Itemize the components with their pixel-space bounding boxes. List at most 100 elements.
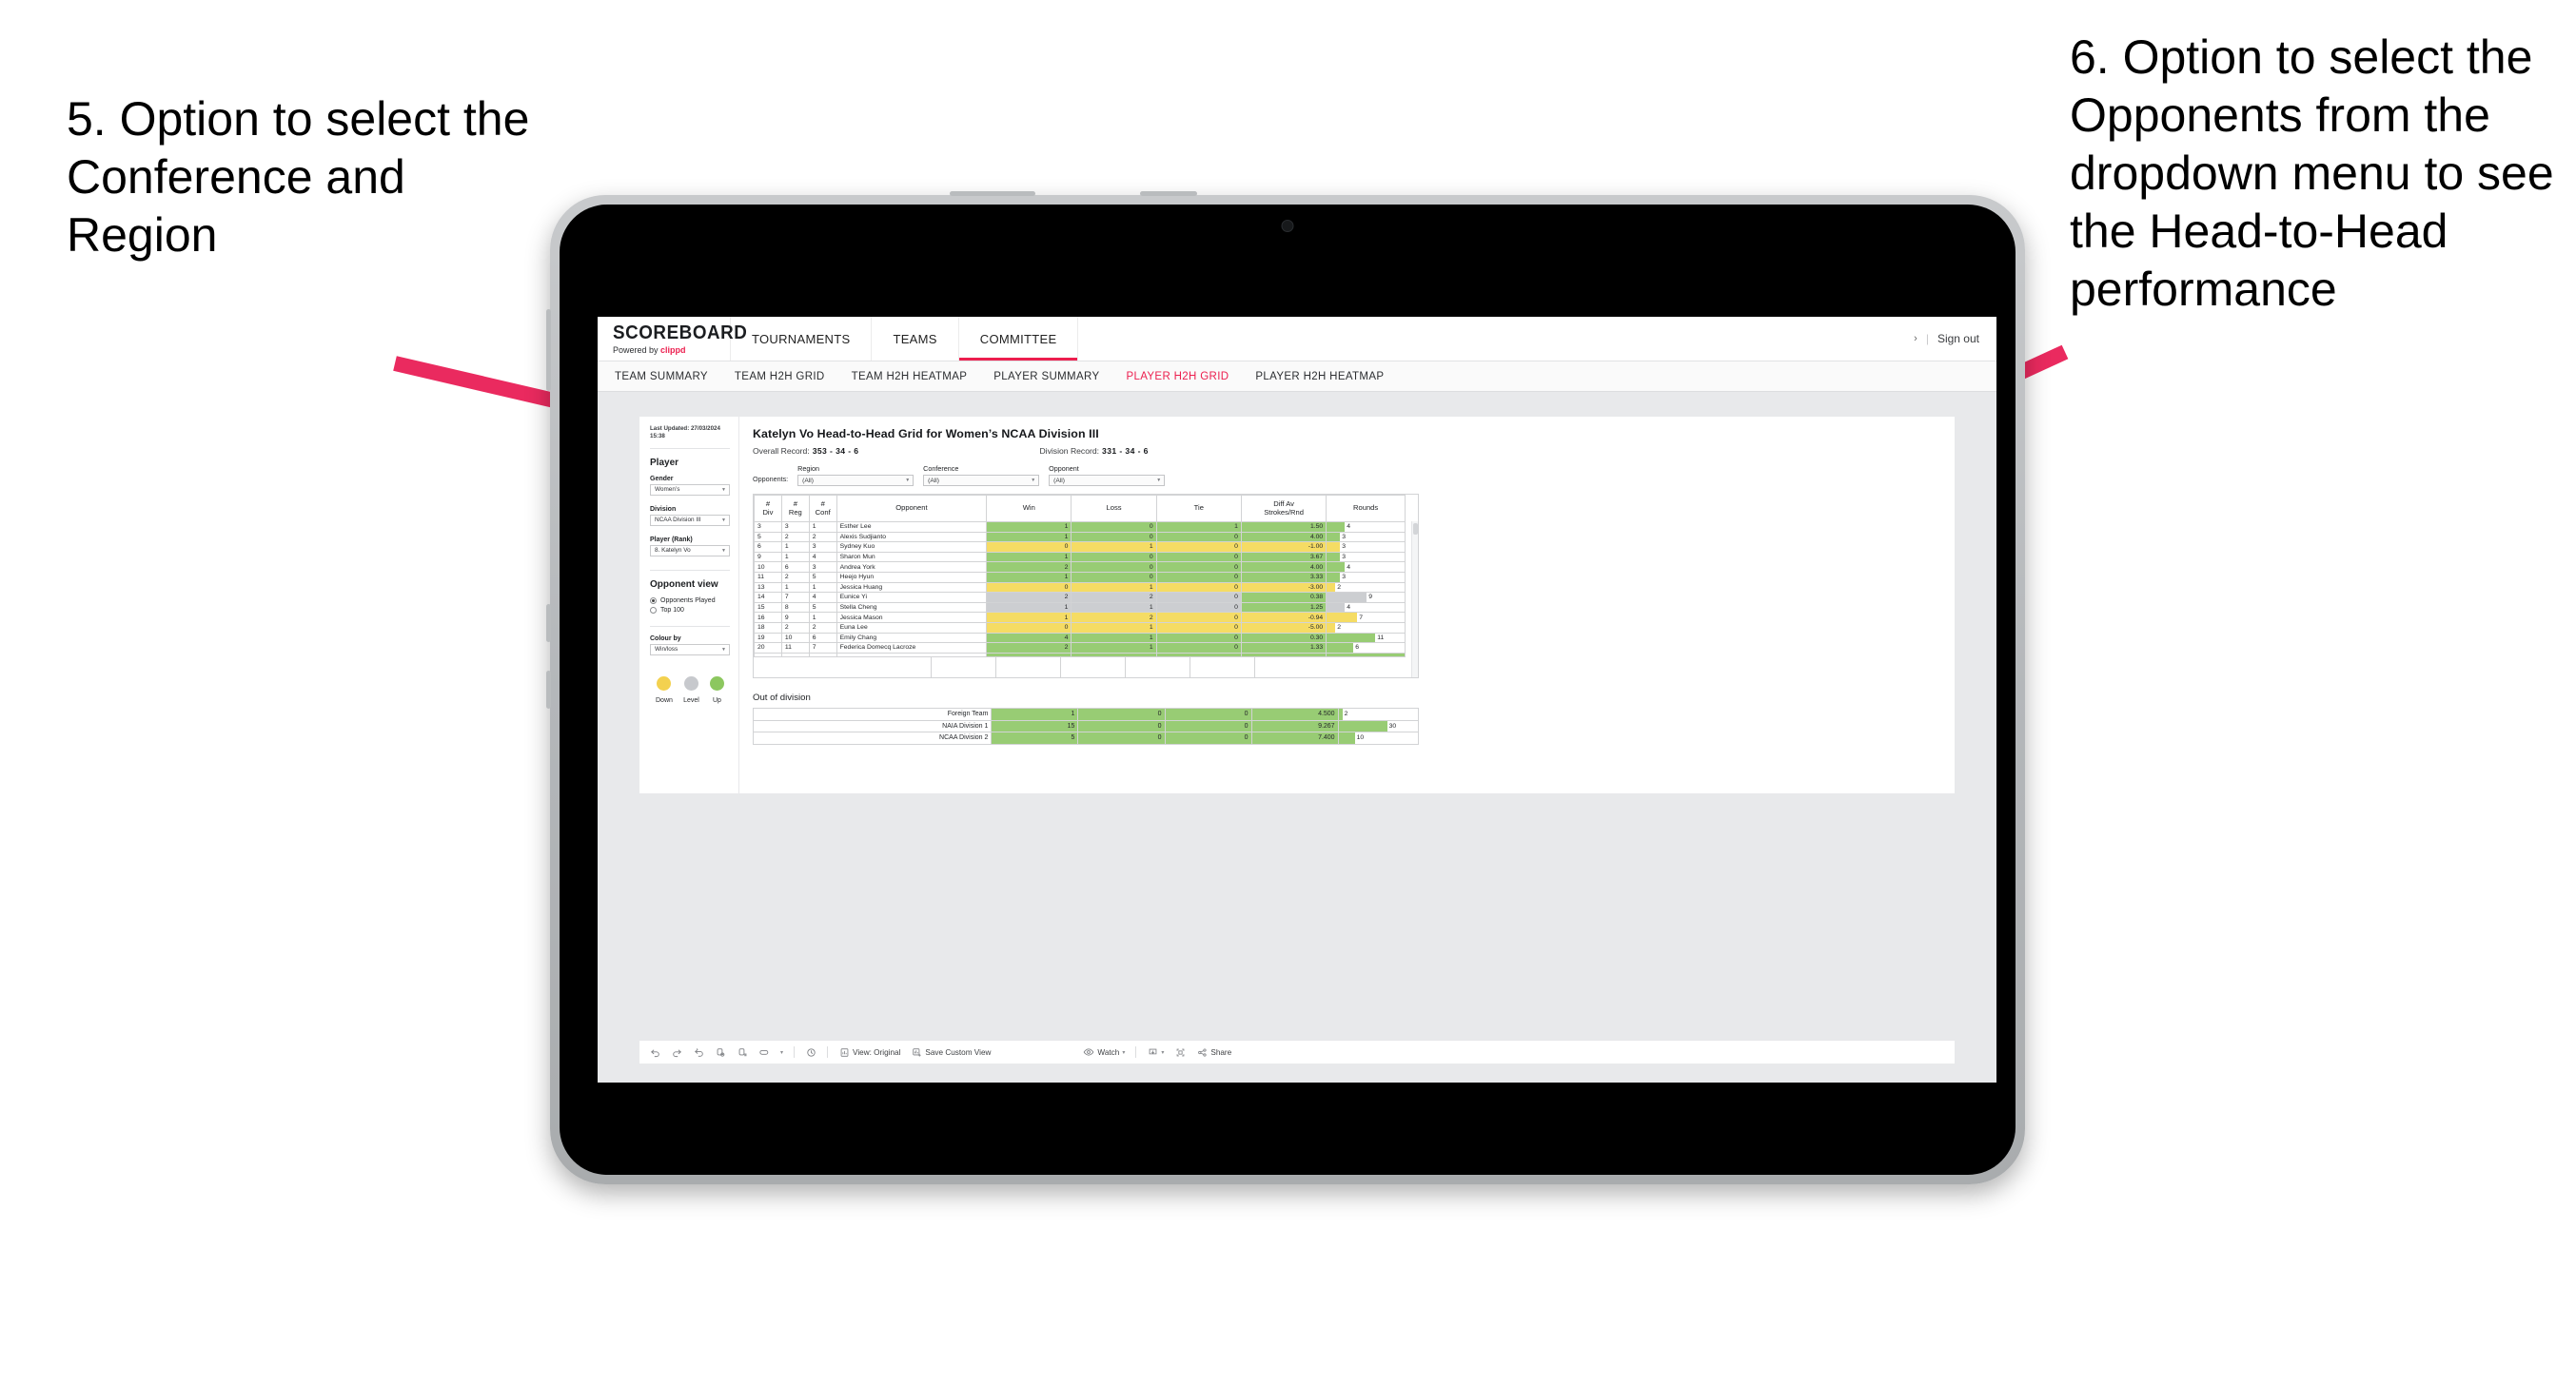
colour-by-select[interactable]: Win/loss ▼ [650, 643, 730, 655]
table-row[interactable]: 5 2 2 Alexis Sudjianto 1 0 0 4.00 3 [754, 531, 1406, 543]
col-div[interactable]: # Div [754, 495, 782, 522]
top-antenna-band-2 [1140, 191, 1197, 196]
scrollbar-thumb[interactable] [1413, 523, 1418, 535]
player-rank-select[interactable]: 8. Katelyn Vo ▼ [650, 544, 730, 556]
refresh-icon[interactable] [715, 1046, 726, 1058]
download-button[interactable]: ▾ [1147, 1046, 1164, 1058]
subnav-player-h2h-heatmap[interactable]: PLAYER H2H HEATMAP [1255, 371, 1384, 382]
col-tie[interactable]: Tie [1155, 495, 1242, 522]
table-row[interactable]: 3 3 1 Esther Lee 1 0 1 1.50 4 [754, 521, 1406, 533]
region-label: Region [797, 464, 819, 473]
table-row[interactable]: 6 1 3 Sydney Kuo 0 1 0 -1.00 3 [754, 541, 1406, 553]
topnav-tournaments[interactable]: TOURNAMENTS [731, 317, 873, 361]
col-rounds[interactable]: Rounds [1326, 495, 1406, 522]
grid-vertical-scrollbar[interactable] [1411, 521, 1418, 677]
rounds-bar [1327, 542, 1341, 552]
volume-down-button[interactable] [546, 671, 551, 709]
front-camera-icon [1282, 221, 1293, 231]
col-reg[interactable]: # Reg [780, 495, 810, 522]
topnav-committee[interactable]: COMMITTEE [958, 317, 1079, 361]
cell-conf: 5 [808, 571, 837, 583]
share-button[interactable]: Share [1196, 1046, 1231, 1058]
out-of-division-body: Foreign Team 1 0 0 4.500 2 NAIA Division 1 15 0 0… [752, 708, 1420, 745]
subnav-team-h2h-grid[interactable]: TEAM H2H GRID [735, 371, 825, 382]
table-row[interactable]: 18 2 2 Euna Lee 0 1 0 -5.00 2 [754, 621, 1406, 634]
power-button[interactable] [546, 309, 551, 391]
cell-partial [754, 652, 782, 657]
col-win[interactable]: Win [986, 495, 1072, 522]
table-row[interactable]: Foreign Team 1 0 0 4.500 2 [752, 708, 1420, 721]
subnav-team-h2h-heatmap[interactable]: TEAM H2H HEATMAP [852, 371, 968, 382]
subnav-player-h2h-grid[interactable]: PLAYER H2H GRID [1126, 371, 1229, 382]
table-row[interactable]: NCAA Division 2 5 0 0 7.400 10 [752, 732, 1420, 745]
redo-icon[interactable] [671, 1046, 682, 1058]
table-row[interactable]: 19 10 6 Emily Chang 4 1 0 0.30 11 [754, 632, 1406, 644]
table-row[interactable]: 14 7 4 Eunice Yi 2 2 0 0.38 9 [754, 592, 1406, 603]
col-loss[interactable]: Loss [1071, 495, 1157, 522]
cell-opponent: Emily Chang [836, 632, 988, 644]
download-icon [1147, 1046, 1158, 1058]
legend-level: Level [683, 675, 699, 704]
opponent-value: (All) [1053, 477, 1065, 484]
toolbar-separator [1135, 1046, 1137, 1058]
chevron-down-icon: ▼ [721, 517, 726, 523]
region-select[interactable]: (All) ▼ [797, 475, 914, 486]
col-conf[interactable]: # Conf [808, 495, 837, 522]
sign-out-link[interactable]: Sign out [1937, 332, 1979, 345]
cell-opponent: Euna Lee [836, 621, 988, 634]
radio-top-100[interactable]: Top 100 [650, 606, 730, 614]
rounds-bar [1338, 720, 1387, 732]
view-original-button[interactable]: View: Original [838, 1046, 900, 1058]
table-row[interactable]: 10 6 3 Andrea York 2 0 0 4.00 4 [754, 561, 1406, 573]
loop-icon[interactable] [758, 1046, 770, 1058]
gender-select[interactable]: Women’s ▼ [650, 483, 730, 496]
col-diff[interactable]: Diff Av Strokes/Rnd [1240, 495, 1327, 522]
table-row[interactable]: 13 1 1 Jessica Huang 0 1 0 -3.00 2 [754, 581, 1406, 594]
rounds-value: 30 [1388, 722, 1397, 730]
cell-conf: 3 [808, 561, 837, 573]
division-select[interactable]: NCAA Division III ▼ [650, 514, 730, 526]
cell-tie: 0 [1155, 601, 1242, 614]
radio-opponents-played[interactable]: Opponents Played [650, 596, 730, 604]
brand-logo[interactable]: SCOREBOARD Powered by clippd [598, 317, 747, 361]
cell-opponent: Alexis Sudjianto [836, 531, 988, 543]
opponent-select[interactable]: (All) ▼ [1049, 475, 1166, 486]
save-custom-view-button[interactable]: Save Custom View [911, 1046, 991, 1058]
watch-button[interactable]: Watch ▾ [1083, 1046, 1125, 1058]
conference-select[interactable]: (All) ▼ [923, 475, 1040, 486]
cell-win: 2 [986, 642, 1072, 654]
pause-auto-update-icon[interactable] [805, 1046, 816, 1058]
subnav-player-summary[interactable]: PLAYER SUMMARY [993, 371, 1099, 382]
chevron-down-icon[interactable]: ▾ [780, 1049, 783, 1056]
cell-opponent: Heejo Hyun [836, 571, 988, 583]
chevron-right-icon[interactable]: › [1914, 333, 1917, 344]
cell-diff: 7.400 [1250, 732, 1339, 745]
topnav-teams[interactable]: TEAMS [872, 317, 959, 361]
filters-sidebar: Last Updated: 27/03/2024 15:38 Player Ge… [639, 417, 739, 793]
revert-icon[interactable] [693, 1046, 704, 1058]
cell-rounds: 6 [1326, 642, 1406, 654]
rounds-bar [1327, 582, 1336, 593]
table-row[interactable]: 16 9 1 Jessica Mason 1 2 0 -0.94 7 [754, 612, 1406, 623]
save-custom-view-label: Save Custom View [925, 1047, 992, 1057]
table-row[interactable]: 11 2 5 Heejo Hyun 1 0 0 3.33 3 [754, 571, 1406, 583]
table-row[interactable]: 9 1 4 Sharon Mun 1 0 0 3.67 3 [754, 551, 1406, 563]
table-row[interactable]: NAIA Division 1 15 0 0 9.267 30 [752, 719, 1420, 733]
region-filter: Region (All) ▼ [797, 464, 914, 486]
table-row[interactable]: 20 11 7 Federica Domecq Lacroze 2 1 0 1.33 6 [754, 642, 1406, 654]
page-title: Katelyn Vo Head-to-Head Grid for Women’s… [753, 427, 1099, 440]
pause-icon[interactable] [737, 1046, 748, 1058]
fullscreen-icon[interactable] [1174, 1046, 1186, 1058]
table-row-partial[interactable] [754, 652, 1406, 657]
table-row[interactable]: 15 8 5 Stella Cheng 1 1 0 1.25 4 [754, 601, 1406, 614]
rounds-bar [1327, 643, 1354, 653]
subnav-team-summary[interactable]: TEAM SUMMARY [615, 371, 708, 382]
cell-diff: -5.00 [1240, 621, 1327, 634]
undo-icon[interactable] [649, 1046, 660, 1058]
volume-up-button[interactable] [546, 604, 551, 642]
rounds-bar [1327, 602, 1346, 613]
dashboard-card: Last Updated: 27/03/2024 15:38 Player Ge… [639, 417, 1955, 793]
col-opponent[interactable]: Opponent [836, 495, 988, 522]
cell-diff: 9.267 [1250, 719, 1339, 733]
cell-partial [780, 652, 810, 657]
